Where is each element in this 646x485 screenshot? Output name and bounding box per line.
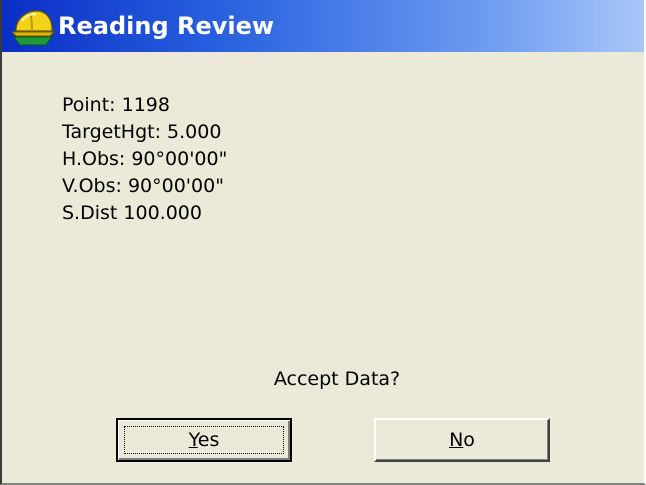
horizontal-observation-reading: H.Obs: 90°00'00" (62, 148, 228, 170)
yes-button[interactable]: Yes (116, 418, 292, 462)
window-title: Reading Review (58, 12, 275, 40)
no-accelerator-key: N (449, 429, 464, 451)
reading-details: Point: 1198 TargetHgt: 5.000 H.Obs: 90°0… (62, 92, 227, 227)
point-reading: Point: 1198 (62, 94, 170, 116)
survey-helmet-icon (10, 10, 56, 46)
title-bar[interactable]: Reading Review (2, 0, 644, 52)
no-label-rest: o (463, 429, 475, 451)
yes-accelerator-key: Y (188, 429, 198, 451)
yes-button-label: Yes (189, 429, 220, 451)
slope-distance-reading: S.Dist 100.000 (62, 202, 202, 224)
accept-data-prompt: Accept Data? (273, 368, 401, 390)
no-button-label: No (449, 429, 475, 451)
no-button[interactable]: No (374, 418, 550, 462)
target-height-reading: TargetHgt: 5.000 (62, 121, 222, 143)
yes-label-rest: es (197, 429, 220, 451)
reading-review-dialog: Reading Review Point: 1198 TargetHgt: 5.… (0, 0, 646, 485)
vertical-observation-reading: V.Obs: 90°00'00" (62, 175, 224, 197)
